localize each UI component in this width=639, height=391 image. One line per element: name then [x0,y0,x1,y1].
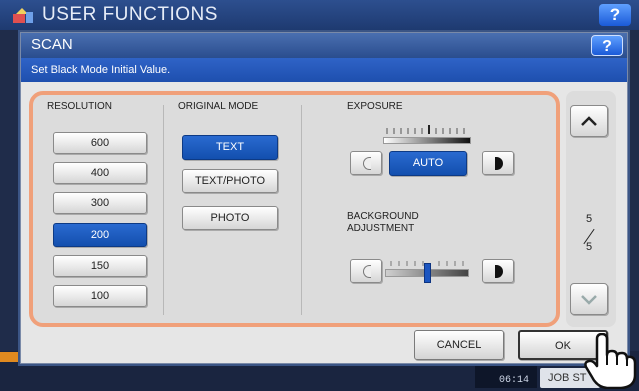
background-lighter-button[interactable] [350,259,382,283]
half-light-icon [363,157,371,170]
exposure-lighter-button[interactable] [350,151,382,175]
clock-display: 06:14 [475,366,537,388]
settings-panel: RESOLUTION 600 400 300 200 150 100 ORIGI… [29,91,560,327]
resolution-200-button[interactable]: 200 [53,223,147,247]
exposure-auto-button[interactable]: AUTO [389,151,467,176]
chevron-up-icon [581,116,597,126]
dialog-title-bar: SCAN [21,33,627,58]
exposure-scale-ticks [386,125,465,134]
chevron-down-icon [581,295,597,305]
background-label-line2: ADJUSTMENT [347,223,415,234]
page-navigator: 5 5 [566,91,616,327]
half-light-icon [363,265,371,278]
original-mode-header: ORIGINAL MODE [178,101,259,112]
resolution-600-button[interactable]: 600 [53,132,147,154]
background-slider-knob[interactable] [423,263,431,283]
hand-pointer-icon [584,333,637,389]
page-up-button[interactable] [570,105,608,137]
half-dark-icon [495,157,503,170]
resolution-300-button[interactable]: 300 [53,192,147,214]
exposure-darker-button[interactable] [482,151,514,175]
background-help-button[interactable]: ? [599,4,631,26]
scan-dialog: SCAN ? Set Black Mode Initial Value. RES… [20,32,628,364]
resolution-100-button[interactable]: 100 [53,285,147,307]
current-page: 5 [585,213,593,225]
total-pages: 5 [585,241,593,253]
background-darker-button[interactable] [482,259,514,283]
exposure-gradient-bar [383,137,471,144]
dialog-help-button[interactable]: ? [591,35,623,56]
clock-time: 06:14 [498,375,529,386]
screen: USER FUNCTIONS ? 06:14 JOB ST SCAN ? Set… [0,0,639,391]
resolution-150-button[interactable]: 150 [53,255,147,277]
user-functions-logo-icon [13,8,33,23]
cancel-button[interactable]: CANCEL [414,330,504,360]
mode-text-photo-button[interactable]: TEXT/PHOTO [182,169,278,193]
mode-text-button[interactable]: TEXT [182,135,278,160]
resolution-header: RESOLUTION [47,101,113,112]
background-title: USER FUNCTIONS [42,4,218,25]
mode-photo-button[interactable]: PHOTO [182,206,278,230]
resolution-400-button[interactable]: 400 [53,162,147,184]
dialog-message: Set Black Mode Initial Value. [21,58,627,82]
page-down-button[interactable] [570,283,608,315]
column-divider [301,105,302,315]
background-label-line1: BACKGROUND [347,211,419,222]
exposure-header: EXPOSURE [347,101,403,112]
background-adjustment-label: BACKGROUND ADJUSTMENT [347,211,419,235]
dialog-title: SCAN [31,36,73,53]
half-dark-icon [495,265,503,278]
background-title-bar: USER FUNCTIONS [0,0,639,30]
column-divider [163,105,164,315]
